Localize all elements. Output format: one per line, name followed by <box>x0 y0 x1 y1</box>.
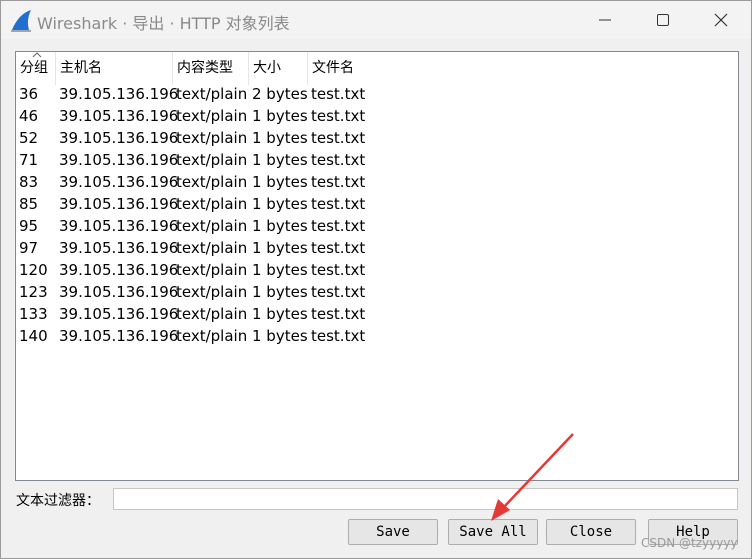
cell-size: 1 bytes <box>252 173 308 191</box>
close-window-button[interactable] <box>692 1 750 39</box>
table-row[interactable]: 36 39.105.136.196 text/plain 2 bytes test.tx… <box>16 83 738 105</box>
cell-content-type: text/plain <box>176 327 248 345</box>
cell-packet: 123 <box>19 283 48 301</box>
cell-content-type: text/plain <box>176 107 248 125</box>
cell-hostname: 39.105.136.196 <box>59 283 179 301</box>
minimize-button[interactable] <box>576 1 634 39</box>
cell-content-type: text/plain <box>176 217 248 235</box>
cell-hostname: 39.105.136.196 <box>59 107 179 125</box>
title-bar[interactable]: Wireshark · 导出 · HTTP 对象列表 <box>1 1 751 39</box>
cell-packet: 46 <box>19 107 39 125</box>
table-row[interactable]: 133 39.105.136.196 text/plain 1 bytes test.t… <box>16 303 738 325</box>
cell-packet: 85 <box>19 195 39 213</box>
cell-hostname: 39.105.136.196 <box>59 217 179 235</box>
cell-hostname: 39.105.136.196 <box>59 305 179 323</box>
cell-size: 1 bytes <box>252 195 308 213</box>
cell-content-type: text/plain <box>176 173 248 191</box>
cell-packet: 97 <box>19 239 39 257</box>
column-header-content-type[interactable]: 内容类型 <box>173 52 249 85</box>
cell-size: 1 bytes <box>252 327 308 345</box>
cell-filename: test.txt <box>311 217 366 235</box>
cell-content-type: text/plain <box>176 239 248 257</box>
cell-packet: 95 <box>19 217 39 235</box>
filter-label: 文本过滤器： <box>16 493 100 509</box>
cell-hostname: 39.105.136.196 <box>59 151 179 169</box>
column-header-packet[interactable]: 分组 <box>16 52 56 85</box>
cell-hostname: 39.105.136.196 <box>59 85 179 103</box>
table-row[interactable]: 71 39.105.136.196 text/plain 1 bytes test.tx… <box>16 149 738 171</box>
table-row[interactable]: 95 39.105.136.196 text/plain 1 bytes test.tx… <box>16 215 738 237</box>
cell-size: 1 bytes <box>252 151 308 169</box>
cell-hostname: 39.105.136.196 <box>59 261 179 279</box>
window-title: Wireshark · 导出 · HTTP 对象列表 <box>37 14 290 33</box>
close-button[interactable]: Close <box>546 519 636 545</box>
cell-packet: 71 <box>19 151 39 169</box>
column-header-size[interactable]: 大小 <box>249 52 308 85</box>
cell-hostname: 39.105.136.196 <box>59 195 179 213</box>
cell-filename: test.txt <box>311 283 366 301</box>
cell-filename: test.txt <box>311 151 366 169</box>
cell-filename: test.txt <box>311 107 366 125</box>
table-row[interactable]: 97 39.105.136.196 text/plain 1 bytes test.tx… <box>16 237 738 259</box>
column-header-filename[interactable]: 文件名 <box>308 52 388 85</box>
export-http-objects-dialog: Wireshark · 导出 · HTTP 对象列表 分组 主机名 内容类型 大… <box>0 0 752 559</box>
maximize-icon <box>657 14 669 26</box>
cell-filename: test.txt <box>311 239 366 257</box>
table-row[interactable]: 52 39.105.136.196 text/plain 1 bytes test.tx… <box>16 127 738 149</box>
minimize-icon <box>599 19 611 21</box>
table-row[interactable]: 46 39.105.136.196 text/plain 1 bytes test.tx… <box>16 105 738 127</box>
column-header-hostname[interactable]: 主机名 <box>56 52 173 85</box>
cell-content-type: text/plain <box>176 195 248 213</box>
table-header: 分组 主机名 内容类型 大小 文件名 <box>16 52 738 85</box>
cell-packet: 140 <box>19 327 48 345</box>
maximize-button[interactable] <box>634 1 692 39</box>
table-row[interactable]: 85 39.105.136.196 text/plain 1 bytes test.tx… <box>16 193 738 215</box>
http-objects-list[interactable]: 分组 主机名 内容类型 大小 文件名 36 39.105.136.196 text/… <box>15 51 739 481</box>
sort-up-icon <box>32 52 42 58</box>
cell-hostname: 39.105.136.196 <box>59 129 179 147</box>
wireshark-fin-icon <box>11 10 31 32</box>
cell-filename: test.txt <box>311 129 366 147</box>
cell-hostname: 39.105.136.196 <box>59 327 179 345</box>
save-button[interactable]: Save <box>348 519 438 545</box>
cell-content-type: text/plain <box>176 261 248 279</box>
cell-filename: test.txt <box>311 261 366 279</box>
cell-content-type: text/plain <box>176 129 248 147</box>
table-body: 36 39.105.136.196 text/plain 2 bytes test.tx… <box>16 83 738 347</box>
cell-filename: test.txt <box>311 195 366 213</box>
cell-packet: 52 <box>19 129 39 147</box>
cell-filename: test.txt <box>311 85 366 103</box>
cell-size: 1 bytes <box>252 217 308 235</box>
cell-filename: test.txt <box>311 327 366 345</box>
cell-filename: test.txt <box>311 305 366 323</box>
text-filter-input[interactable] <box>113 488 738 510</box>
cell-packet: 83 <box>19 173 39 191</box>
cell-size: 1 bytes <box>252 261 308 279</box>
cell-packet: 36 <box>19 85 39 103</box>
watermark: CSDN @tzyyyyy <box>641 536 738 550</box>
cell-size: 1 bytes <box>252 283 308 301</box>
save-all-button[interactable]: Save All <box>448 519 538 545</box>
cell-hostname: 39.105.136.196 <box>59 239 179 257</box>
cell-size: 1 bytes <box>252 107 308 125</box>
table-row[interactable]: 83 39.105.136.196 text/plain 1 bytes test.tx… <box>16 171 738 193</box>
cell-hostname: 39.105.136.196 <box>59 173 179 191</box>
cell-filename: test.txt <box>311 173 366 191</box>
cell-content-type: text/plain <box>176 283 248 301</box>
cell-packet: 133 <box>19 305 48 323</box>
cell-size: 1 bytes <box>252 239 308 257</box>
cell-content-type: text/plain <box>176 305 248 323</box>
table-row[interactable]: 123 39.105.136.196 text/plain 1 bytes test.t… <box>16 281 738 303</box>
cell-size: 1 bytes <box>252 305 308 323</box>
close-icon <box>714 13 728 27</box>
cell-packet: 120 <box>19 261 48 279</box>
table-row[interactable]: 140 39.105.136.196 text/plain 1 bytes test.t… <box>16 325 738 347</box>
cell-size: 1 bytes <box>252 129 308 147</box>
cell-content-type: text/plain <box>176 151 248 169</box>
cell-content-type: text/plain <box>176 85 248 103</box>
cell-size: 2 bytes <box>252 85 308 103</box>
table-row[interactable]: 120 39.105.136.196 text/plain 1 bytes test.t… <box>16 259 738 281</box>
